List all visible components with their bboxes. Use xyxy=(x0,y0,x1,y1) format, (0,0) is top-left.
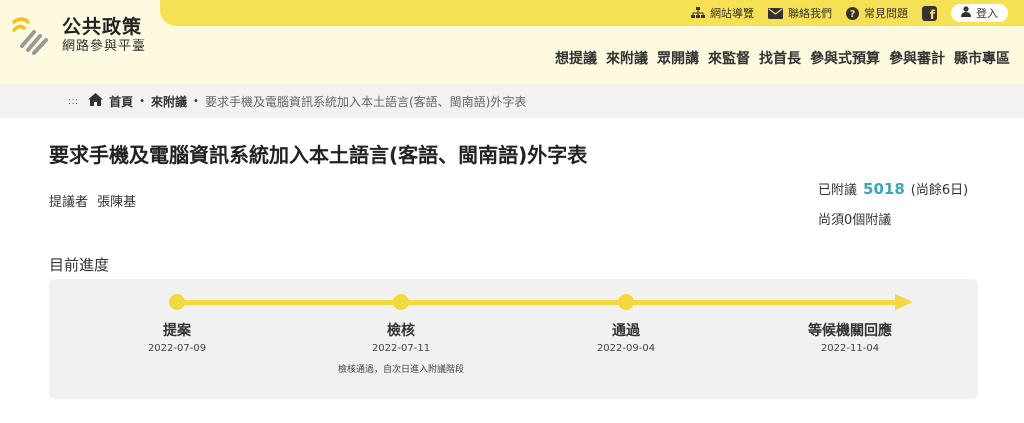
stage-awaiting-response: 等候機關回應 2022-11-04 xyxy=(750,321,950,354)
stage-name: 等候機關回應 xyxy=(808,323,892,339)
home-icon xyxy=(88,93,104,109)
nav-item-endorse[interactable]: 來附議 xyxy=(606,48,648,68)
login-button[interactable]: 登入 xyxy=(951,4,1008,22)
stage-passed: 通過 2022-09-04 xyxy=(526,321,726,354)
facebook-icon: f xyxy=(922,5,937,21)
stage-note: 檢核通過，自次日進入附議階段 xyxy=(337,365,464,375)
stage-date: 2022-11-04 xyxy=(820,343,880,354)
site-logo[interactable]: 公共政策 網路參與平臺 xyxy=(12,16,146,60)
proposer-name: 張陳基 xyxy=(97,195,137,210)
signed-count: 5018 xyxy=(863,180,905,198)
nav-item-audit[interactable]: 參與審計 xyxy=(889,48,945,68)
accesskey-marker[interactable]: ::: xyxy=(68,96,78,107)
stage-date: 2022-07-09 xyxy=(147,343,207,354)
nav-item-participatory-budget[interactable]: 參與式預算 xyxy=(810,48,880,68)
timeline-track xyxy=(177,300,897,305)
breadcrumb-parent[interactable]: 來附議 xyxy=(151,93,187,110)
contact-label: 聯絡我們 xyxy=(788,7,832,20)
stage-date: 2022-09-04 xyxy=(596,343,656,354)
signatures-needed: 尚須0個附議 xyxy=(818,213,892,228)
breadcrumb-current: 要求手機及電腦資訊系統加入本土語言(客語、閩南語)外字表 xyxy=(204,94,527,109)
question-icon: ? xyxy=(846,6,859,20)
breadcrumb-separator: • xyxy=(139,95,146,107)
breadcrumb-separator: • xyxy=(193,95,199,107)
breadcrumb-home[interactable]: 首頁 xyxy=(109,93,133,110)
stage-proposal: 提案 2022-07-09 xyxy=(77,321,277,354)
stage-name: 提案 xyxy=(163,323,191,339)
proposer-info: 提議者 張陳基 xyxy=(49,191,136,210)
svg-text:?: ? xyxy=(850,9,856,20)
login-label: 登入 xyxy=(976,7,998,20)
signature-status: 已附議 5018 (尚餘6日) xyxy=(818,179,968,198)
utility-bar: 網站導覽 聯絡我們 ? 常見問題 f 登入 xyxy=(160,0,1024,26)
nav-item-monitor[interactable]: 來監督 xyxy=(708,48,750,68)
sitemap-label: 網站導覽 xyxy=(710,7,754,20)
logo-subtitle: 網路參與平臺 xyxy=(62,39,147,54)
main-nav: 想提議 來附議 眾開講 來監督 找首長 參與式預算 參與審計 縣市專區 xyxy=(555,48,1010,68)
faq-label: 常見問題 xyxy=(864,7,908,20)
page-title: 要求手機及電腦資訊系統加入本土語言(客語、閩南語)外字表 xyxy=(49,143,588,167)
utility-links: 網站導覽 聯絡我們 ? 常見問題 f 登入 xyxy=(691,0,1008,26)
sitemap-link[interactable]: 網站導覽 xyxy=(691,5,754,21)
mail-icon xyxy=(768,7,783,19)
days-remaining: (尚餘6日) xyxy=(910,183,969,198)
timeline-dot xyxy=(618,294,634,310)
logo-mark-icon xyxy=(12,16,52,60)
contact-link[interactable]: 聯絡我們 xyxy=(768,5,832,21)
proposer-label: 提議者 xyxy=(49,195,89,210)
progress-timeline: 提案 2022-07-09 檢核 2022-07-11 檢核通過，自次日進入附議… xyxy=(49,279,978,399)
timeline-dot xyxy=(169,294,185,310)
signed-label: 已附議 xyxy=(818,183,858,198)
nav-item-propose[interactable]: 想提議 xyxy=(555,48,597,68)
timeline-dot xyxy=(393,294,409,310)
breadcrumb-bar: ::: 首頁 • 來附議 • 要求手機及電腦資訊系統加入本土語言(客語、閩南語)… xyxy=(0,84,1024,118)
nav-item-officials[interactable]: 找首長 xyxy=(759,48,801,68)
nav-item-discuss[interactable]: 眾開講 xyxy=(657,48,699,68)
logo-title: 公共政策 xyxy=(62,16,143,38)
stage-name: 通過 xyxy=(612,323,640,339)
stage-date: 2022-07-11 xyxy=(371,343,431,354)
site-header: 網站導覽 聯絡我們 ? 常見問題 f 登入 公共政策 網路參與平臺 想提議 來附… xyxy=(0,0,1024,84)
stage-review: 檢核 2022-07-11 檢核通過，自次日進入附議階段 xyxy=(301,321,501,375)
logo-text: 公共政策 網路參與平臺 xyxy=(62,16,146,56)
user-icon xyxy=(961,6,971,20)
progress-heading: 目前進度 xyxy=(49,256,110,274)
stage-name: 檢核 xyxy=(387,323,415,339)
faq-link[interactable]: ? 常見問題 xyxy=(846,5,908,21)
timeline-arrow-icon xyxy=(895,294,913,310)
sitemap-icon xyxy=(691,7,705,19)
facebook-link[interactable]: f xyxy=(922,5,937,21)
nav-item-counties[interactable]: 縣市專區 xyxy=(954,48,1010,68)
breadcrumb: ::: 首頁 • 來附議 • 要求手機及電腦資訊系統加入本土語言(客語、閩南語)… xyxy=(68,84,526,118)
